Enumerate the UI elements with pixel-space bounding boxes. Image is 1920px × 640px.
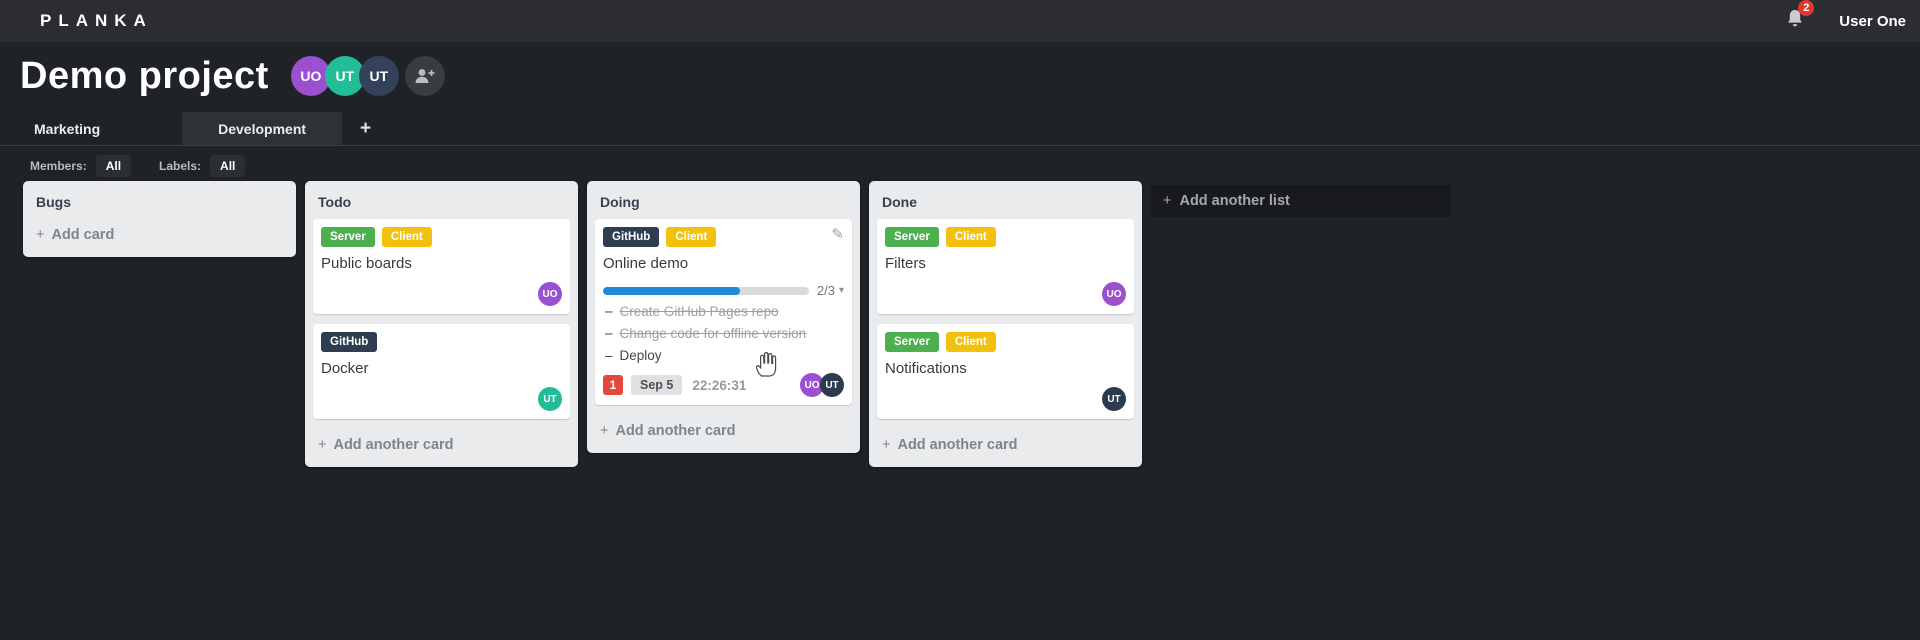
card-member-avatar[interactable]: UO [1102,282,1126,306]
card-members: UT [321,387,562,411]
card-member-avatar[interactable]: UT [820,373,844,397]
card-notification-badge: 1 [603,375,623,395]
plus-icon: + [1163,193,1172,209]
board-lists: Bugs + Add card Todo Server Client Public boar… [0,170,1920,467]
card-notifications[interactable]: Server Client Notifications UT [877,324,1134,419]
labels-filter-value[interactable]: All [210,154,246,177]
card-online-demo[interactable]: GitHub Client ✎ Online demo 2/3 ▾ – Create GitH… [595,219,852,405]
add-another-list-button[interactable]: + Add another list [1151,185,1451,217]
card-members: UO [885,282,1126,306]
project-members: UO UT UT [290,56,399,96]
card-title: Filters [885,255,926,272]
card-member-avatar[interactable]: UO [538,282,562,306]
list-doing: Doing GitHub Client ✎ Online demo 2/3 ▾ – Create… [587,181,860,453]
add-card-label: Add card [51,227,115,243]
top-bar: PLANKA 2 User One [0,0,1920,42]
card-title: Public boards [321,255,412,272]
card-labels: Server Client [321,227,562,247]
dash-icon: – [605,326,613,341]
label-server[interactable]: Server [885,227,939,247]
notifications-button[interactable]: 2 [1785,0,1815,35]
list-title[interactable]: Todo [313,187,570,219]
card-member-avatar[interactable]: UT [1102,387,1126,411]
card-member-avatar[interactable]: UT [538,387,562,411]
due-date-badge[interactable]: Sep 5 [631,375,683,395]
task-progress: 2/3 ▾ [603,283,844,298]
add-card-label: Add another card [333,437,454,453]
edit-card-icon[interactable]: ✎ [831,227,844,243]
timer-badge[interactable]: 22:26:31 [692,378,746,393]
member-avatar[interactable]: UT [358,56,399,96]
dash-icon: – [605,348,613,363]
label-github[interactable]: GitHub [603,227,660,247]
list-title[interactable]: Done [877,187,1134,219]
add-card-label: Add another card [897,437,1018,453]
plus-icon: + [318,437,327,453]
list-bugs: Bugs + Add card [23,181,296,257]
card-public-boards[interactable]: Server Client Public boards UO [313,219,570,314]
task-text: Change code for offline version [619,326,807,341]
card-members: UO UT [800,373,844,397]
label-client[interactable]: Client [945,227,996,247]
add-card-button[interactable]: + Add card [31,219,288,249]
plus-icon: + [36,227,45,243]
card-members: UT [885,387,1126,411]
list-todo: Todo Server Client Public boards UO GitHub Doc… [305,181,578,467]
card-meta: 1 Sep 5 22:26:31 UO UT [603,373,844,397]
tab-development[interactable]: Development [182,112,343,145]
add-card-button[interactable]: + Add another card [595,415,852,445]
user-menu[interactable]: User One [1839,13,1906,30]
project-title[interactable]: Demo project [20,55,269,98]
label-server[interactable]: Server [885,332,939,352]
add-board-button[interactable]: + [354,112,377,145]
card-labels: GitHub Client ✎ [603,227,844,247]
progress-bar-fill [603,286,741,295]
chevron-down-icon: ▾ [838,285,844,296]
list-title[interactable]: Doing [595,187,852,219]
label-server[interactable]: Server [321,227,375,247]
task-item[interactable]: – Deploy [605,347,844,364]
add-card-button[interactable]: + Add another card [313,429,570,459]
task-text: Create GitHub Pages repo [619,304,779,319]
card-labels: GitHub [321,332,562,352]
card-docker[interactable]: GitHub Docker UT [313,324,570,419]
labels-filter-label: Labels: [159,158,202,173]
card-title: Docker [321,360,369,377]
label-client[interactable]: Client [945,332,996,352]
tab-marketing[interactable]: Marketing [0,112,134,145]
list-done: Done Server Client Filters UO Server Client Not… [869,181,1142,467]
card-title: Notifications [885,360,967,377]
topbar-right: 2 User One [1785,0,1906,35]
task-text: Deploy [619,348,662,363]
dash-icon: – [605,304,613,319]
label-github[interactable]: GitHub [321,332,378,352]
card-members: UO [321,282,562,306]
plus-icon: + [600,423,609,439]
card-title: Online demo [603,255,689,272]
members-filter-value[interactable]: All [95,154,132,177]
filter-bar: Members: All Labels: All [0,146,1920,177]
card-filters[interactable]: Server Client Filters UO [877,219,1134,314]
members-filter-label: Members: [30,158,87,173]
board-tabs: Marketing Development + [0,112,1920,146]
progress-bar [603,286,809,295]
add-member-button[interactable] [404,56,445,96]
card-labels: Server Client [885,227,1126,247]
task-count-text: 2/3 [816,283,835,298]
task-item[interactable]: – Create GitHub Pages repo [605,303,844,320]
add-user-icon [415,69,435,83]
card-labels: Server Client [885,332,1126,352]
list-title[interactable]: Bugs [31,187,288,219]
app-logo[interactable]: PLANKA [40,11,153,31]
label-client[interactable]: Client [666,227,717,247]
add-card-label: Add another card [615,423,736,439]
add-card-button[interactable]: + Add another card [877,429,1134,459]
project-header: Demo project UO UT UT [0,42,1920,98]
plus-icon: + [882,437,891,453]
notification-badge: 2 [1798,0,1815,16]
add-list-label: Add another list [1179,193,1290,209]
task-counter[interactable]: 2/3 ▾ [817,283,844,298]
label-client[interactable]: Client [381,227,432,247]
task-item[interactable]: – Change code for offline version [605,325,844,342]
